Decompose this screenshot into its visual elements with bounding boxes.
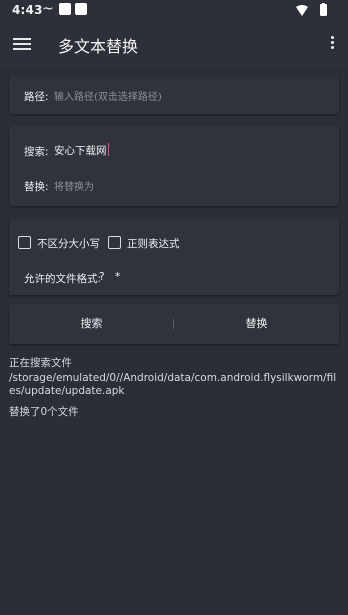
formats-help[interactable]: ?: [99, 271, 105, 283]
status-tilde-icon: ~: [42, 1, 54, 17]
log-line-result: 替换了0个文件: [9, 406, 79, 418]
status-time: 4:43: [12, 3, 43, 17]
log-line-status: 正在搜索文件: [9, 357, 72, 369]
formats-label: 允许的文件格式:: [24, 273, 102, 285]
battery-icon: [320, 4, 327, 16]
replace-input[interactable]: 将替换为: [54, 178, 94, 193]
status-bar: 4:43 ~: [0, 0, 348, 22]
text-caret: [107, 143, 109, 156]
status-icons: [296, 3, 327, 16]
replace-label: 替换:: [24, 181, 49, 193]
case-insensitive-checkbox[interactable]: [18, 236, 31, 249]
log-line-path: /storage/emulated/0//Android/data/com.an…: [9, 372, 337, 397]
notification-square-icon: [59, 3, 71, 15]
search-replace-card: 搜索: 安心下载网 替换: 将替换为: [9, 125, 339, 206]
action-bar: 搜索 替换: [9, 304, 339, 344]
path-card: 路径: 输入路径(双击选择路径): [9, 76, 339, 114]
hamburger-menu-icon[interactable]: [13, 38, 31, 50]
search-label: 搜索:: [24, 146, 49, 158]
case-insensitive-label[interactable]: 不区分大小写: [37, 236, 100, 251]
regex-label[interactable]: 正则表达式: [127, 236, 180, 251]
more-vertical-icon[interactable]: [326, 34, 338, 54]
notification-square-icon: [75, 3, 87, 15]
wifi-icon: [296, 5, 308, 16]
regex-checkbox[interactable]: [108, 236, 121, 249]
path-input[interactable]: 输入路径(双击选择路径): [54, 88, 162, 103]
formats-input[interactable]: *: [115, 271, 120, 283]
search-button[interactable]: 搜索: [9, 304, 174, 344]
search-value: 安心下载网: [54, 145, 107, 157]
app-bar: 多文本替换: [0, 22, 348, 68]
path-label: 路径:: [24, 91, 49, 103]
page-title: 多文本替换: [58, 37, 139, 56]
search-input[interactable]: 安心下载网: [54, 143, 109, 158]
replace-button[interactable]: 替换: [174, 304, 339, 344]
options-card: 不区分大小写 正则表达式 允许的文件格式: ? *: [9, 219, 339, 295]
